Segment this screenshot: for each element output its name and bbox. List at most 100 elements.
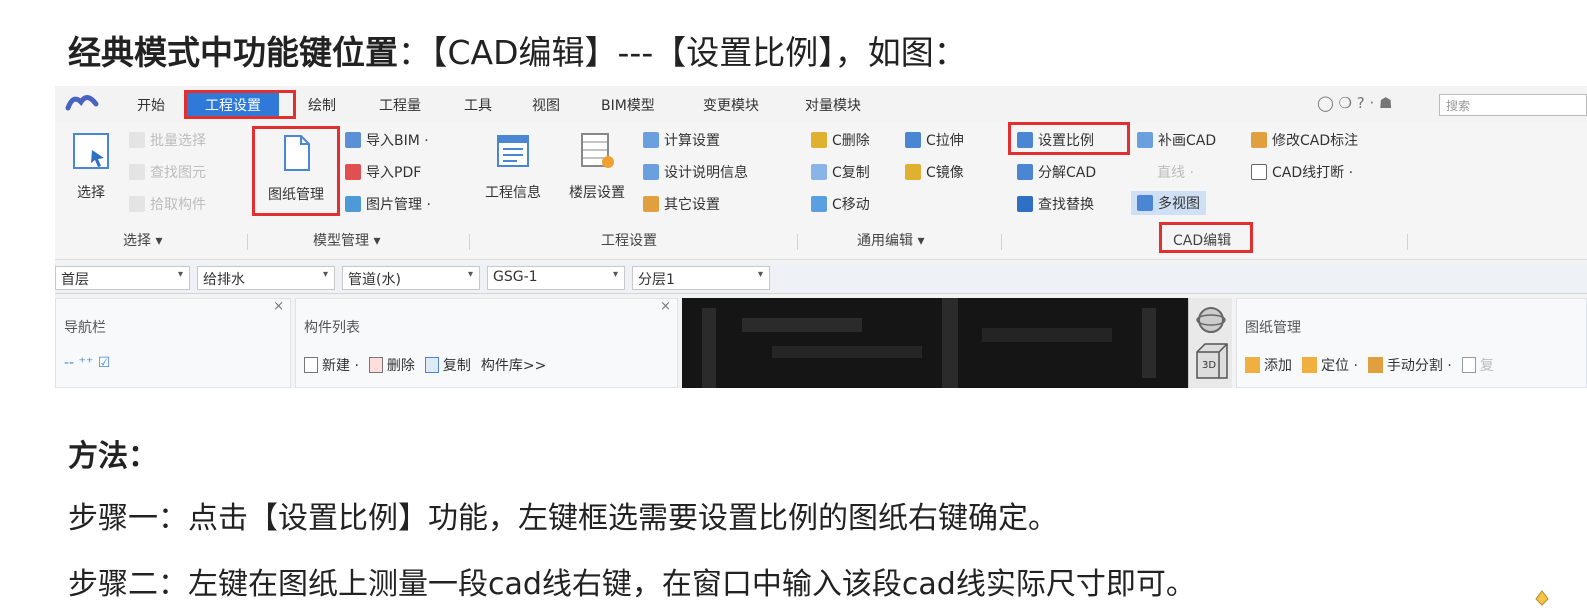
other-settings-label: 其它设置 bbox=[664, 197, 720, 213]
group-label-select[interactable]: 选择 ▾ bbox=[123, 230, 162, 250]
locate-button[interactable]: 定位 · bbox=[1321, 355, 1358, 375]
redraw-cad-label: 补画CAD bbox=[1158, 133, 1217, 149]
locate-icon bbox=[1302, 357, 1317, 373]
c-move-icon bbox=[811, 196, 827, 212]
cad-line-break-icon bbox=[1251, 164, 1267, 180]
search-input[interactable]: 搜索 bbox=[1439, 94, 1587, 116]
manual-split-button[interactable]: 手动分割 · bbox=[1387, 355, 1452, 375]
drawing-management-button[interactable]: 图纸管理 bbox=[257, 132, 335, 204]
c-mirror-button[interactable]: C镜像 bbox=[905, 162, 964, 182]
floor-settings-icon bbox=[581, 133, 614, 168]
delete-button[interactable]: 删除 bbox=[387, 355, 415, 375]
batch-select-button[interactable]: 批量选择 bbox=[129, 130, 206, 150]
group-label-model[interactable]: 模型管理 ▾ bbox=[313, 230, 380, 250]
c-mirror-icon bbox=[905, 164, 921, 180]
project-info-label: 工程信息 bbox=[485, 185, 541, 201]
nav-panel: × 导航栏 -‐ ⁺⁺ ☑ bbox=[55, 298, 291, 388]
heading-rest: ：【CAD编辑】---【设置比例】，如图： bbox=[398, 33, 967, 72]
new-button[interactable]: 新建 · bbox=[322, 355, 359, 375]
add-drawing-button[interactable]: 添加 bbox=[1264, 355, 1292, 375]
calc-settings-icon bbox=[643, 132, 659, 148]
menu-change[interactable]: 变更模块 bbox=[703, 95, 759, 115]
straight-line-button[interactable]: 直线 · bbox=[1157, 162, 1194, 182]
heading-bold: 经典模式中功能键位置 bbox=[68, 33, 398, 72]
slide-heading: 经典模式中功能键位置：【CAD编辑】---【设置比例】，如图： bbox=[68, 30, 967, 76]
select-button[interactable]: 选择 bbox=[65, 130, 117, 202]
c-stretch-button[interactable]: C拉伸 bbox=[905, 130, 964, 150]
image-management-label: 图片管理 · bbox=[366, 197, 431, 213]
c-stretch-icon bbox=[905, 132, 921, 148]
component-select[interactable]: GSG-1 ▾ bbox=[487, 266, 625, 290]
find-element-label: 查找图元 bbox=[150, 165, 206, 181]
c-delete-button[interactable]: C删除 bbox=[811, 130, 870, 150]
nav-tools-icon[interactable]: -‐ ⁺⁺ ☑ bbox=[64, 355, 110, 371]
cad-drawing-view bbox=[702, 298, 1156, 388]
group-divider bbox=[1001, 234, 1002, 250]
redraw-cad-icon bbox=[1137, 132, 1153, 148]
chevron-down-icon: ▾ bbox=[757, 269, 763, 280]
find-replace-icon bbox=[1017, 196, 1033, 212]
calc-settings-button[interactable]: 计算设置 bbox=[643, 130, 720, 150]
menu-start[interactable]: 开始 bbox=[137, 95, 165, 115]
discipline-select[interactable]: 给排水 ▾ bbox=[197, 266, 335, 290]
project-info-button[interactable]: 工程信息 bbox=[479, 130, 547, 202]
c-copy-button[interactable]: C复制 bbox=[811, 162, 870, 182]
c-mirror-label: C镜像 bbox=[926, 165, 964, 181]
image-management-button[interactable]: 图片管理 · bbox=[345, 194, 431, 214]
menu-tools[interactable]: 工具 bbox=[464, 95, 492, 115]
c-copy-icon bbox=[811, 164, 827, 180]
software-screenshot: 开始 工程设置 绘制 工程量 工具 视图 BIM模型 变更模块 对量模块 ◯ ❍… bbox=[55, 86, 1587, 388]
menu-draw[interactable]: 绘制 bbox=[308, 95, 336, 115]
floor-settings-button[interactable]: 楼层设置 bbox=[561, 130, 633, 202]
batch-select-label: 批量选择 bbox=[150, 133, 206, 149]
close-icon[interactable]: × bbox=[660, 299, 671, 314]
redraw-cad-button[interactable]: 补画CAD bbox=[1137, 130, 1216, 150]
discipline-select-value: 给排水 bbox=[203, 272, 245, 288]
design-notes-icon bbox=[643, 164, 659, 180]
cad-line-break-label: CAD线打断 · bbox=[1272, 165, 1354, 181]
menu-quantity[interactable]: 工程量 bbox=[379, 95, 421, 115]
group-label-cad: CAD编辑 bbox=[1173, 233, 1232, 249]
menu-bim[interactable]: BIM模型 bbox=[601, 95, 655, 115]
chevron-down-icon: ▾ bbox=[612, 269, 618, 280]
window-controls-icon[interactable]: ◯ ❍ ? · ☗ bbox=[1317, 94, 1392, 112]
c-move-button[interactable]: C移动 bbox=[811, 194, 870, 214]
method-title: 方法： bbox=[68, 439, 158, 474]
select-cursor-icon bbox=[73, 133, 109, 169]
group-divider bbox=[1407, 234, 1408, 250]
edit-cad-annotation-button[interactable]: 修改CAD标注 bbox=[1251, 130, 1358, 150]
other-settings-button[interactable]: 其它设置 bbox=[643, 194, 720, 214]
close-icon[interactable]: × bbox=[273, 299, 284, 314]
view-cube[interactable]: 3D bbox=[1188, 298, 1232, 388]
find-replace-button[interactable]: 查找替换 bbox=[1017, 194, 1094, 214]
copy-drawing-icon bbox=[1461, 357, 1476, 373]
import-pdf-button[interactable]: 导入PDF bbox=[345, 162, 421, 182]
menu-reconcile[interactable]: 对量模块 bbox=[805, 95, 861, 115]
pick-component-button[interactable]: 拾取构件 bbox=[129, 194, 206, 214]
design-notes-button[interactable]: 设计说明信息 bbox=[643, 162, 748, 182]
component-type-select[interactable]: 管道(水) ▾ bbox=[342, 266, 480, 290]
drawing-canvas[interactable] bbox=[682, 298, 1188, 388]
multi-view-label: 多视图 bbox=[1158, 196, 1200, 212]
cad-line-break-button[interactable]: CAD线打断 · bbox=[1251, 162, 1353, 182]
explode-cad-button[interactable]: 分解CAD bbox=[1017, 162, 1096, 182]
menu-view[interactable]: 视图 bbox=[532, 95, 560, 115]
menu-project-settings[interactable]: 工程设置 bbox=[187, 93, 279, 117]
ribbon: 选择 批量选择 查找图元 拾取构件 选择 ▾ 图纸管理 导入BIM · 导入PD… bbox=[55, 122, 1587, 260]
layer-select[interactable]: 分层1 ▾ bbox=[632, 266, 770, 290]
component-library-button[interactable]: 构件库>> bbox=[481, 355, 546, 375]
multi-view-button[interactable]: 多视图 bbox=[1131, 191, 1206, 215]
group-label-edit[interactable]: 通用编辑 ▾ bbox=[857, 230, 924, 250]
import-bim-button[interactable]: 导入BIM · bbox=[345, 130, 429, 150]
manual-split-icon bbox=[1367, 357, 1383, 373]
find-element-icon bbox=[129, 164, 145, 180]
find-element-button[interactable]: 查找图元 bbox=[129, 162, 206, 182]
group-divider bbox=[469, 234, 470, 250]
copy-button[interactable]: 复制 bbox=[443, 355, 471, 375]
copy-drawing-button[interactable]: 复 bbox=[1480, 355, 1494, 375]
image-management-icon bbox=[345, 196, 361, 212]
floor-select[interactable]: 首层 ▾ bbox=[55, 266, 190, 290]
drawing-management-title: 图纸管理 bbox=[1245, 320, 1301, 336]
set-scale-button[interactable]: 设置比例 bbox=[1017, 130, 1094, 150]
explode-cad-label: 分解CAD bbox=[1038, 165, 1097, 181]
